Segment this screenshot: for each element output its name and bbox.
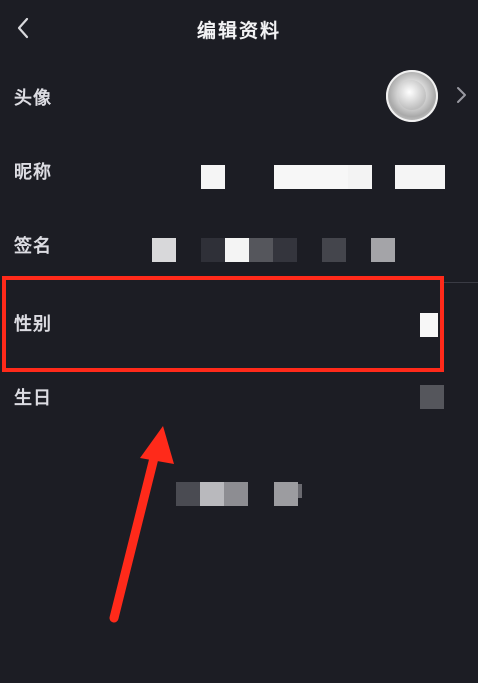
nickname-label: 昵称 — [14, 162, 52, 183]
signature-label: 签名 — [14, 236, 52, 257]
avatar-label: 头像 — [14, 88, 52, 109]
avatar[interactable] — [386, 70, 438, 122]
birthday-label: 生日 — [14, 388, 52, 409]
red-arrow — [109, 426, 174, 623]
page-title: 编辑资料 — [196, 20, 281, 42]
birthday-row[interactable] — [0, 370, 478, 424]
gender-row[interactable] — [0, 284, 478, 358]
gender-label: 性别 — [14, 314, 52, 335]
chevron-right-icon — [454, 84, 468, 106]
divider — [440, 282, 478, 283]
